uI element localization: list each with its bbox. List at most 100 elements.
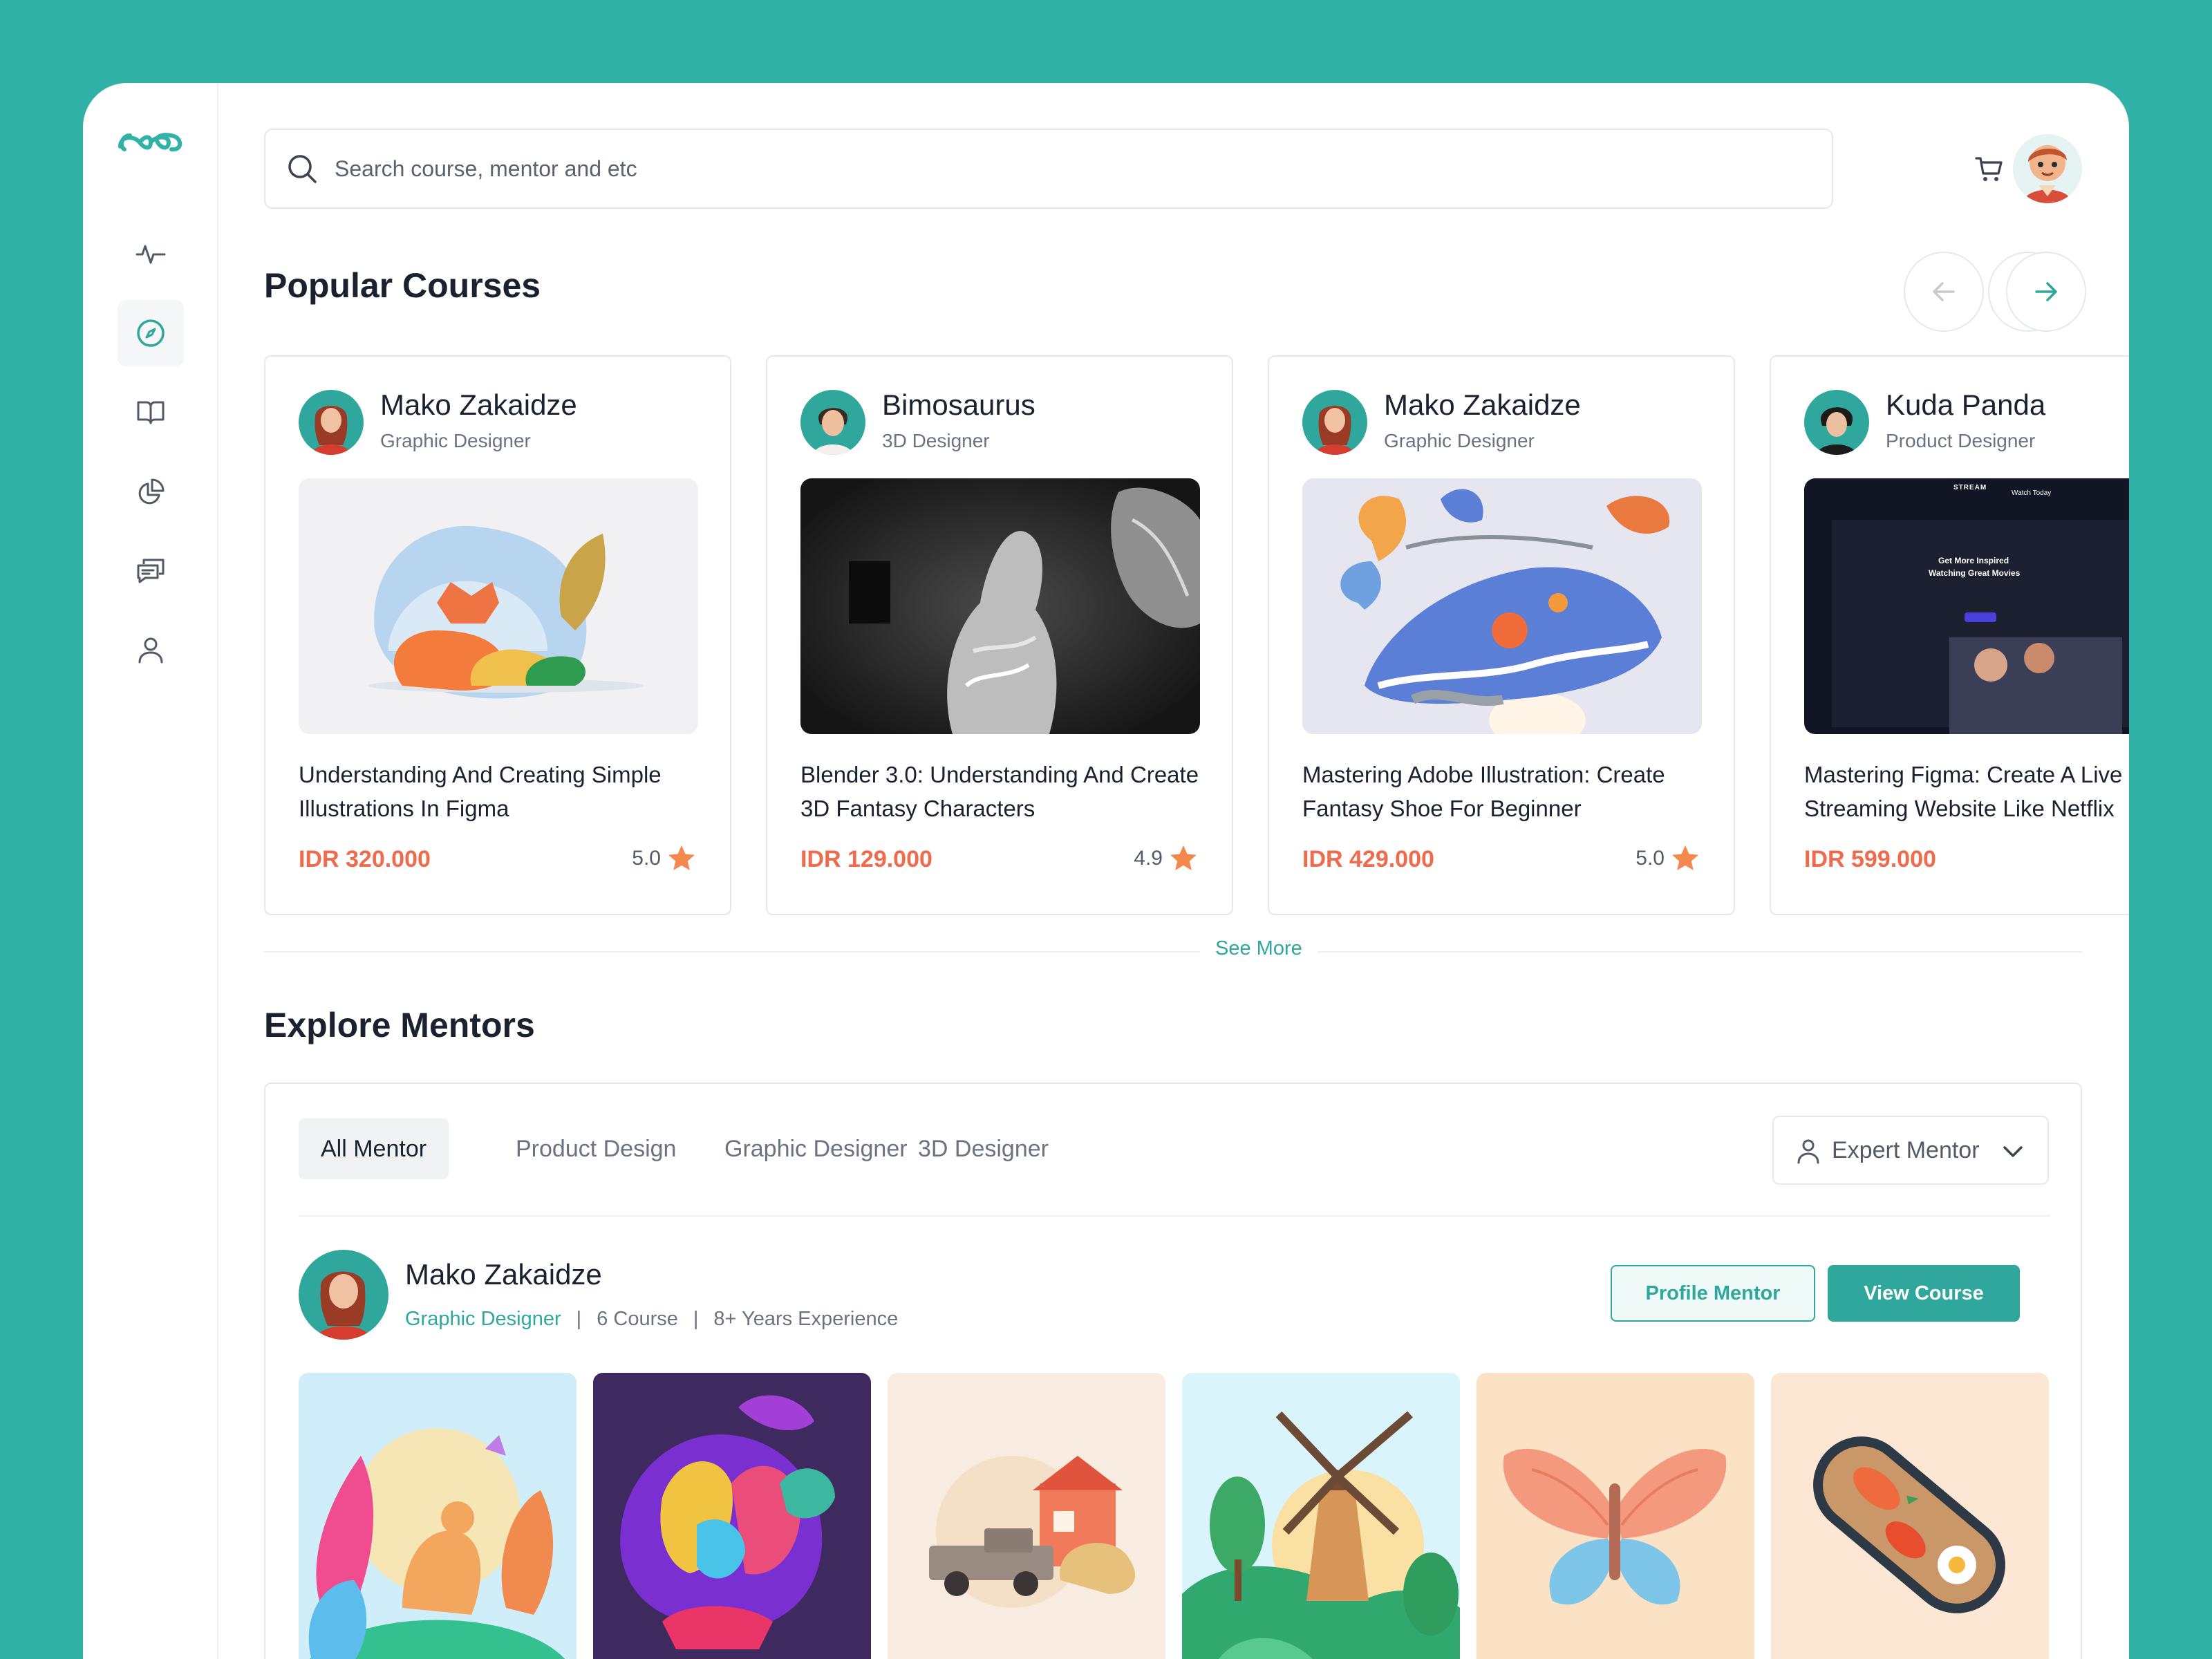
meta-separator: | — [693, 1308, 699, 1330]
mentor-role: Graphic Designer — [405, 1308, 561, 1330]
thumb-headline-1: Get More Inspired — [1938, 556, 2009, 565]
mentor-name: Bimosaurus — [882, 388, 1035, 421]
mentor-avatar — [1302, 390, 1367, 455]
thumb-watch: Watch Today — [2012, 489, 2052, 497]
course-card[interactable]: Mako Zakaidze Graphic Designer — [1268, 355, 1735, 915]
course-rating: 4.9 — [1134, 843, 1199, 874]
messages-icon — [137, 559, 165, 583]
pie-chart-icon — [138, 478, 165, 505]
prev-button[interactable] — [1904, 252, 1984, 332]
mentor-name: Mako Zakaidze — [1384, 388, 1581, 421]
star-icon — [1170, 845, 1197, 870]
course-card[interactable]: Mako Zakaidze Graphic Designer — [264, 355, 731, 915]
mentor-course-count: 6 Course — [597, 1308, 678, 1330]
search-icon — [288, 155, 317, 183]
activity-icon — [135, 245, 166, 264]
course-carousel: Mako Zakaidze Graphic Designer Understan… — [264, 355, 2129, 917]
tab-product-design[interactable]: Product Design — [516, 1118, 676, 1179]
nav-profile[interactable] — [118, 617, 184, 683]
course-rating: 5.0 — [1635, 843, 1700, 874]
mentor-role: Product Designer — [1886, 430, 2036, 451]
mentor-name: Mako Zakaidze — [380, 388, 577, 421]
cart-icon — [1975, 157, 2003, 181]
course-title: Blender 3.0: Understanding And Create 3D… — [800, 762, 1199, 821]
profile-mentor-button[interactable]: Profile Mentor — [1611, 1265, 1815, 1322]
popular-courses-title: Popular Courses — [264, 266, 541, 305]
portfolio-item[interactable] — [888, 1373, 1165, 1659]
mentor-avatar — [1804, 390, 1869, 455]
sidebar — [83, 83, 218, 1659]
mentor-filter-dropdown[interactable]: Expert Mentor — [1772, 1116, 2049, 1185]
panel-divider — [299, 1215, 2050, 1217]
user-icon — [1797, 1139, 1819, 1164]
user-avatar[interactable] — [2013, 134, 2082, 203]
course-thumbnail — [299, 478, 698, 734]
course-title: Mastering Adobe Illustration: Create Fan… — [1302, 762, 1665, 821]
tab-all-mentor[interactable]: All Mentor — [299, 1118, 449, 1179]
nav-statistics[interactable] — [118, 459, 184, 525]
mentor-avatar — [800, 390, 865, 455]
meta-separator: | — [576, 1308, 582, 1330]
course-title: Understanding And Creating Simple Illust… — [299, 762, 662, 821]
see-more-link[interactable]: See More — [1200, 937, 1318, 960]
course-thumbnail — [1302, 478, 1702, 734]
next-button[interactable] — [2006, 252, 2086, 332]
explore-mentors-title: Explore Mentors — [264, 1006, 535, 1044]
rating-value: 5.0 — [1635, 847, 1665, 870]
mentor-avatar — [299, 390, 364, 455]
mentor-name: Kuda Panda — [1886, 388, 2046, 421]
mentor-experience: 8+ Years Experience — [713, 1308, 899, 1330]
course-price: IDR 599.000 — [1804, 846, 1936, 872]
portfolio-item[interactable] — [593, 1373, 871, 1659]
chevron-down-icon — [2003, 1146, 2023, 1157]
app-window: Popular Courses Mako Zakaidze Graphic De… — [83, 83, 2129, 1659]
nav-activity[interactable] — [118, 221, 184, 288]
infinity-logo-icon[interactable] — [116, 126, 185, 159]
cart-button[interactable] — [1967, 147, 2012, 191]
section-divider — [264, 951, 2082, 953]
nav-messages[interactable] — [118, 538, 184, 604]
mentors-panel: All Mentor Product Design Graphic Design… — [264, 1082, 2082, 1659]
course-title: Mastering Figma: Create A Live Streaming… — [1804, 762, 2123, 821]
tab-3d-designer[interactable]: 3D Designer — [918, 1118, 1049, 1179]
search-bar[interactable] — [264, 129, 1833, 209]
nav-explore[interactable] — [118, 300, 184, 366]
course-thumbnail: STREAM Watch Today Get More Inspired Wat… — [1804, 478, 2129, 734]
course-price: IDR 429.000 — [1302, 846, 1434, 872]
mentor-avatar[interactable] — [299, 1250, 388, 1340]
course-rating: 5.0 — [632, 843, 697, 874]
course-card[interactable]: Kuda Panda Product Designer STREAM Watch… — [1770, 355, 2129, 915]
course-price: IDR 129.000 — [800, 846, 932, 872]
nav-courses[interactable] — [118, 379, 184, 445]
search-input[interactable] — [335, 156, 1717, 182]
arrow-left-icon — [1933, 282, 1955, 301]
arrow-right-icon — [2035, 282, 2057, 301]
thumb-brand: STREAM — [1953, 484, 1987, 491]
mentor-role: Graphic Designer — [1384, 430, 1535, 451]
tab-graphic-designer[interactable]: Graphic Designer — [724, 1118, 908, 1179]
course-price: IDR 320.000 — [299, 846, 431, 872]
star-icon — [1672, 845, 1698, 870]
dropdown-label: Expert Mentor — [1832, 1136, 1980, 1163]
thumb-headline-2: Watching Great Movies — [1929, 568, 2021, 578]
course-thumbnail — [800, 478, 1200, 734]
star-icon — [668, 845, 695, 870]
compass-icon — [137, 319, 165, 347]
book-icon — [137, 401, 165, 424]
mentor-meta: Graphic Designer | 6 Course | 8+ Years E… — [405, 1308, 898, 1331]
view-course-button[interactable]: View Course — [1828, 1265, 2020, 1322]
mentor-name: Mako Zakaidze — [405, 1258, 602, 1291]
main-content: Popular Courses Mako Zakaidze Graphic De… — [218, 83, 2129, 1659]
avatar-illustration — [2013, 134, 2082, 203]
portfolio-item[interactable] — [1477, 1373, 1754, 1659]
rating-value: 4.9 — [1134, 847, 1163, 870]
mentor-role: 3D Designer — [882, 430, 990, 451]
course-card[interactable]: Bimosaurus 3D Designer Blender 3.0: Unde — [766, 355, 1233, 915]
portfolio-item[interactable] — [299, 1373, 577, 1659]
mentor-role: Graphic Designer — [380, 430, 531, 451]
portfolio-item[interactable] — [1182, 1373, 1460, 1659]
rating-value: 5.0 — [632, 847, 661, 870]
portfolio-item[interactable] — [1771, 1373, 2049, 1659]
user-icon — [138, 637, 163, 664]
cart-button-placeholder — [1902, 147, 1947, 191]
